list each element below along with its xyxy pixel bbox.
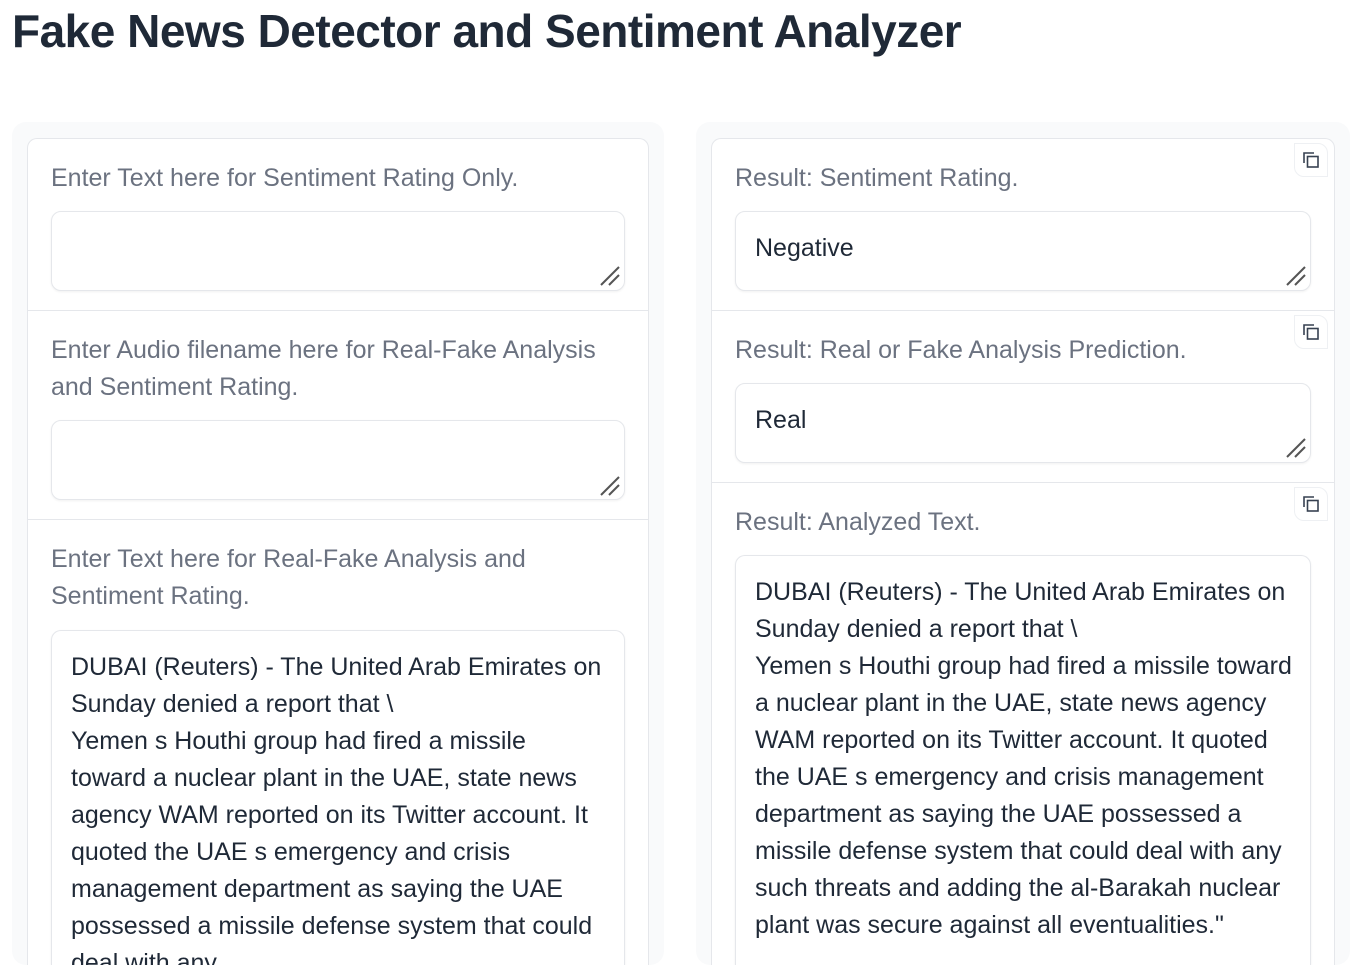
copy-prediction-button[interactable]	[1294, 315, 1328, 349]
analyzed-text-result-block: Result: Analyzed Text. DUBAI (Reuters) -…	[712, 483, 1334, 965]
output-column: Result: Sentiment Rating. Negative Resul…	[696, 122, 1350, 965]
sentiment-text-label: Enter Text here for Sentiment Rating Onl…	[51, 164, 519, 192]
analyzed-text-result-output[interactable]: DUBAI (Reuters) - The United Arab Emirat…	[735, 555, 1311, 965]
analysis-text-block: Enter Text here for Real-Fake Analysis a…	[28, 520, 648, 965]
prediction-result-output[interactable]: Real	[735, 383, 1311, 463]
page-title: Fake News Detector and Sentiment Analyze…	[12, 5, 962, 57]
copy-analyzed-text-button[interactable]	[1294, 487, 1328, 521]
sentiment-result-block: Result: Sentiment Rating. Negative	[712, 139, 1334, 311]
sentiment-text-block: Enter Text here for Sentiment Rating Onl…	[28, 139, 648, 311]
analysis-text-label: Enter Text here for Real-Fake Analysis a…	[51, 545, 526, 610]
sentiment-result-label: Result: Sentiment Rating.	[735, 164, 1019, 192]
sentiment-text-input[interactable]	[51, 211, 625, 291]
input-column: Enter Text here for Sentiment Rating Onl…	[12, 122, 664, 965]
resize-handle-icon[interactable]	[598, 474, 622, 498]
prediction-result-block: Result: Real or Fake Analysis Prediction…	[712, 311, 1334, 483]
input-panel: Enter Text here for Sentiment Rating Onl…	[27, 138, 649, 965]
analysis-text-input[interactable]: DUBAI (Reuters) - The United Arab Emirat…	[51, 630, 625, 965]
audio-filename-label: Enter Audio filename here for Real-Fake …	[51, 336, 596, 401]
output-panel: Result: Sentiment Rating. Negative Resul…	[711, 138, 1335, 965]
resize-handle-icon[interactable]	[598, 264, 622, 288]
sentiment-result-output[interactable]: Negative	[735, 211, 1311, 291]
analyzed-text-result-label: Result: Analyzed Text.	[735, 508, 981, 536]
resize-handle-icon[interactable]	[1284, 264, 1308, 288]
resize-handle-icon[interactable]	[1284, 436, 1308, 460]
copy-icon	[1303, 152, 1319, 168]
prediction-result-label: Result: Real or Fake Analysis Prediction…	[735, 336, 1187, 364]
audio-filename-input[interactable]	[51, 420, 625, 500]
copy-icon	[1303, 496, 1319, 512]
audio-filename-block: Enter Audio filename here for Real-Fake …	[28, 311, 648, 520]
copy-icon	[1303, 324, 1319, 340]
copy-sentiment-button[interactable]	[1294, 143, 1328, 177]
